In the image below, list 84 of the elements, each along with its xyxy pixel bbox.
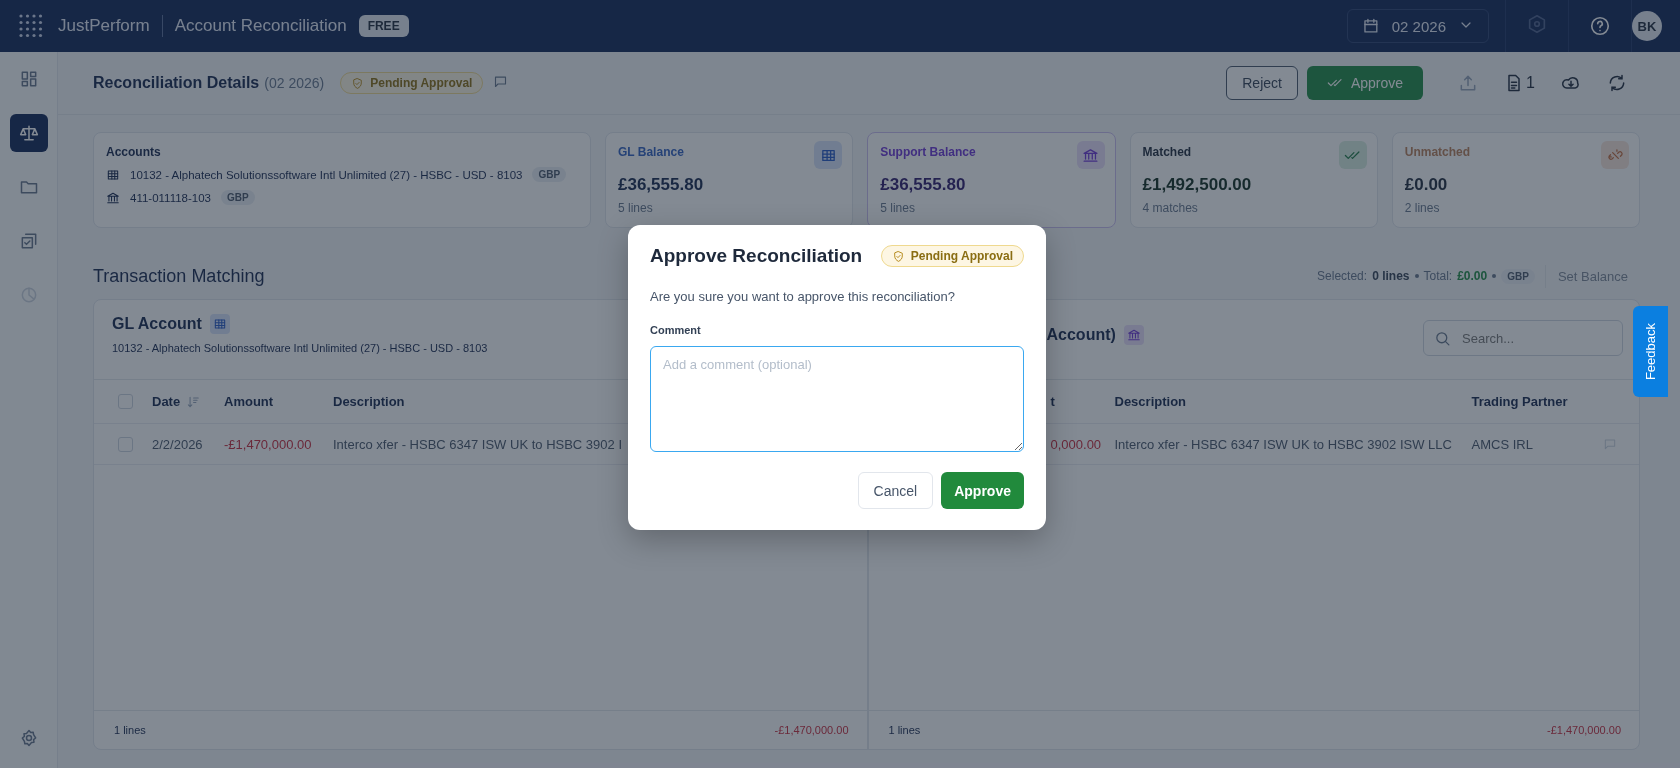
sort-icon — [186, 394, 201, 409]
panel-title: GL Account — [112, 315, 202, 333]
card-value: £36,555.80 — [880, 175, 967, 195]
card-label: Unmatched — [1404, 145, 1472, 159]
approve-button[interactable]: Approve — [941, 472, 1024, 509]
panel-title: Account) — [1046, 326, 1116, 344]
refresh-icon — [1607, 73, 1627, 93]
account-name: 411-011118-103 — [130, 191, 211, 204]
card-subtext: 4 matches — [1142, 201, 1199, 215]
dialog-message: Are you sure you want to approve this reconciliation? — [650, 289, 956, 304]
selection-count: 0 lines — [1372, 269, 1410, 283]
account-name: 10132 - Alphatech Solutionssoftware Intl Unlimited (27) - HSBC - USD - 8103 — [130, 168, 523, 181]
sidebar-item[interactable] — [9, 114, 48, 152]
total-label: Total: — [1423, 269, 1453, 283]
select-all-checkbox[interactable] — [118, 394, 133, 409]
card-label: Support Balance — [880, 145, 977, 159]
app-title: Account Reconciliation — [174, 16, 347, 36]
table-cell-text: Interco xfer - HSBC 6347 ISW UK to HSBC 3902 I — [333, 436, 623, 452]
section-title: Transaction Matching — [93, 265, 265, 287]
approve-button[interactable]: Approve — [1306, 66, 1424, 100]
user-avatar[interactable]: BK — [1632, 11, 1662, 41]
currency-badge: GBP — [1501, 268, 1535, 284]
search-field[interactable]: Search... — [1423, 320, 1623, 356]
card-label: GL Balance — [618, 145, 685, 159]
shield-check-icon — [891, 249, 905, 263]
separator-dot-icon — [1492, 274, 1497, 278]
calendar-icon — [1362, 17, 1380, 35]
search-icon — [1434, 330, 1451, 347]
reject-button[interactable]: Reject — [1226, 66, 1298, 100]
help-icon — [1589, 15, 1611, 37]
column-header[interactable]: Description — [1114, 394, 1186, 409]
line-count: 1 lines — [114, 724, 146, 736]
status-badge: Pending Approval — [880, 245, 1024, 267]
card-value: £1,492,500.00 — [1142, 175, 1253, 195]
selection-label: Selected: — [1317, 269, 1368, 283]
column-header[interactable]: Trading Partner — [1471, 394, 1568, 409]
currency-badge: GBP — [221, 190, 255, 205]
panel-subtitle: 10132 - Alphatech Solutionssoftware Intl Unlimited (27) - HSBC - USD - 8103 — [112, 342, 489, 354]
status-badge: Pending Approval — [340, 72, 484, 94]
bank-icon — [1126, 328, 1141, 342]
field-label: Comment — [650, 324, 702, 336]
card-value: £0.00 — [1404, 175, 1449, 195]
page-title: Reconciliation Details — [93, 74, 260, 92]
document-count: 1 — [1526, 74, 1535, 92]
page-period: (02 2026) — [264, 75, 325, 91]
card-label: Matched — [1142, 145, 1193, 159]
comment-icon — [1603, 437, 1617, 451]
dialog-title: Approve Reconciliation — [650, 245, 863, 267]
total-value: £0.00 — [1457, 269, 1488, 283]
line-count: 1 lines — [888, 724, 921, 736]
table-cell-text: -£1,470,000.00 — [224, 436, 313, 452]
period-picker[interactable]: 02 2026 — [1347, 9, 1489, 43]
currency-badge: GBP — [532, 167, 567, 182]
table-cell-text: 2/2/2026 — [152, 436, 204, 452]
column-header[interactable]: Date — [152, 394, 181, 409]
shield-check-icon — [351, 76, 365, 90]
bank-icon — [106, 190, 120, 205]
table-icon — [212, 317, 227, 331]
scale-icon — [18, 123, 39, 143]
bank-icon — [1082, 146, 1099, 164]
card-label: Accounts — [106, 145, 162, 159]
column-header[interactable]: Description — [333, 394, 405, 409]
hexagon-icon — [1526, 13, 1548, 35]
separator-dot-icon — [1414, 274, 1419, 278]
column-header[interactable]: t — [1050, 394, 1055, 409]
logo-icon — [18, 13, 44, 39]
card-subtext: 5 lines — [880, 201, 916, 215]
footer-total: -£1,470,000.00 — [1547, 724, 1621, 736]
comment-field[interactable]: Add a comment (optional) — [650, 346, 1024, 452]
brand-name: JustPerform — [58, 16, 150, 36]
card-value: £36,555.80 — [618, 175, 705, 195]
comment-icon — [493, 73, 509, 89]
table-cell-text: Interco xfer - HSBC 6347 ISW UK to HSBC 3902 ISW LLC — [1114, 436, 1453, 452]
card-subtext: 2 lines — [1404, 201, 1441, 215]
column-header[interactable]: Amount — [224, 394, 274, 409]
table-icon — [106, 167, 120, 182]
card-subtext: 5 lines — [618, 201, 654, 215]
feedback-tab[interactable]: Feedback — [1633, 306, 1668, 397]
footer-total: -£1,470,000.00 — [774, 724, 849, 736]
cancel-button[interactable]: Cancel — [857, 472, 934, 509]
table-cell-text: AMCS IRL — [1471, 436, 1534, 452]
table-cell-text: 0,000.00 — [1050, 436, 1103, 452]
plan-badge: FREE — [358, 15, 409, 37]
row-checkbox[interactable] — [118, 436, 133, 452]
